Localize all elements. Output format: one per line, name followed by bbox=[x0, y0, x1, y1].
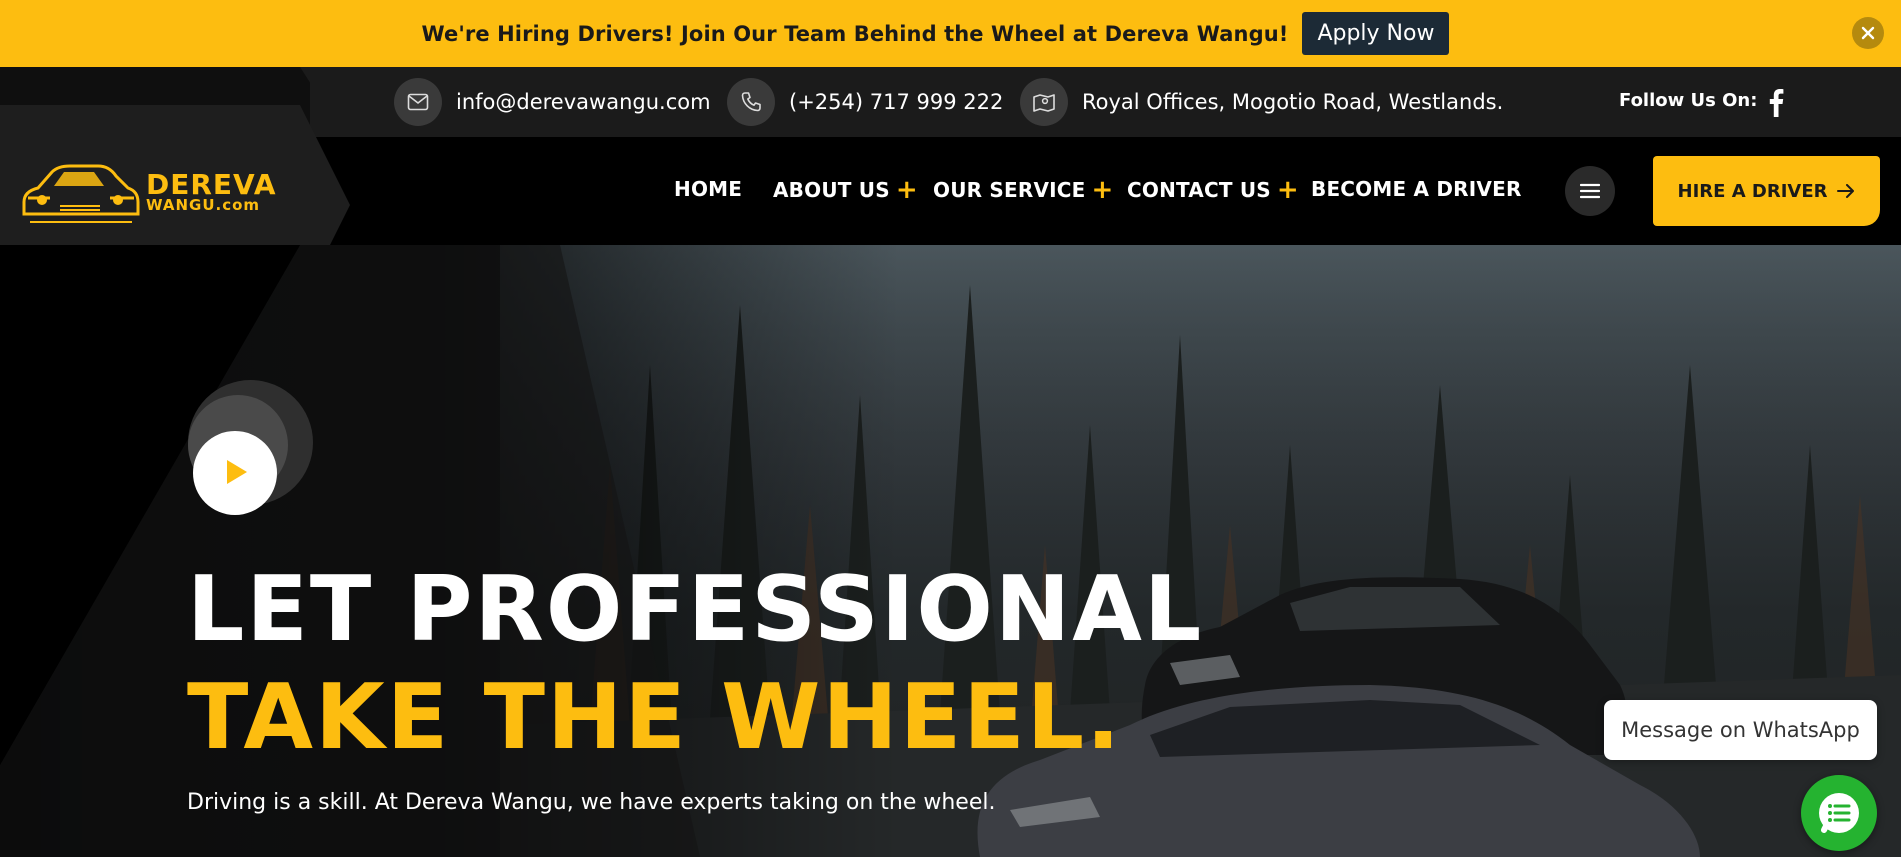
address-contact[interactable]: Royal Offices, Mogotio Road, Westlands. bbox=[1020, 78, 1503, 126]
whatsapp-chat-button[interactable] bbox=[1801, 775, 1877, 851]
plus-icon: + bbox=[895, 175, 918, 205]
site-logo[interactable]: DEREVA WANGU.com bbox=[20, 150, 276, 230]
play-icon bbox=[227, 460, 247, 484]
nav-label-about: ABOUT US bbox=[773, 178, 890, 202]
hire-driver-button[interactable]: HIRE A DRIVER bbox=[1653, 156, 1880, 226]
facebook-icon[interactable] bbox=[1766, 87, 1786, 117]
play-circle[interactable] bbox=[193, 431, 277, 515]
car-logo-icon bbox=[22, 164, 140, 223]
email-text: info@derevawangu.com bbox=[456, 90, 711, 114]
nav-label-service: OUR SERVICE bbox=[933, 178, 1086, 202]
announcement-content: We're Hiring Drivers! Join Our Team Behi… bbox=[0, 0, 1901, 67]
hero-subtitle: Driving is a skill. At Dereva Wangu, we … bbox=[187, 790, 996, 815]
hamburger-icon bbox=[1580, 183, 1600, 199]
arrow-right-icon bbox=[1837, 184, 1855, 198]
address-text: Royal Offices, Mogotio Road, Westlands. bbox=[1082, 90, 1504, 114]
nav-item-service[interactable]: OUR SERVICE + bbox=[933, 177, 1114, 203]
announcement-text: We're Hiring Drivers! Join Our Team Behi… bbox=[421, 21, 1289, 46]
phone-text: (+254) 717 999 222 bbox=[789, 90, 1004, 114]
announcement-bar: We're Hiring Drivers! Join Our Team Behi… bbox=[0, 0, 1901, 67]
close-icon bbox=[1861, 26, 1875, 40]
phone-icon bbox=[727, 78, 775, 126]
nav-item-contact[interactable]: CONTACT US + bbox=[1127, 177, 1299, 203]
close-announcement-button[interactable] bbox=[1852, 17, 1884, 49]
mail-icon bbox=[394, 78, 442, 126]
hire-driver-label: HIRE A DRIVER bbox=[1677, 180, 1828, 202]
hero-headline-line1: LET PROFESSIONAL bbox=[187, 557, 1204, 662]
nav-label-become-driver: BECOME A DRIVER bbox=[1311, 177, 1522, 201]
nav-item-about[interactable]: ABOUT US + bbox=[773, 177, 918, 203]
apply-now-button[interactable]: Apply Now bbox=[1302, 12, 1450, 55]
chat-list-icon bbox=[1819, 793, 1859, 833]
map-icon bbox=[1020, 78, 1068, 126]
menu-button[interactable] bbox=[1565, 166, 1615, 216]
hero-section: LET PROFESSIONAL TAKE THE WHEEL. Driving… bbox=[0, 245, 1901, 857]
nav-item-home[interactable]: HOME bbox=[674, 177, 742, 201]
hero-headline-line2: TAKE THE WHEEL. bbox=[187, 665, 1123, 770]
plus-icon: + bbox=[1091, 175, 1114, 205]
plus-icon: + bbox=[1276, 175, 1299, 205]
nav-label-contact: CONTACT US bbox=[1127, 178, 1271, 202]
phone-contact[interactable]: (+254) 717 999 222 bbox=[727, 78, 1003, 126]
nav-label-home: HOME bbox=[674, 177, 743, 201]
email-contact[interactable]: info@derevawangu.com bbox=[394, 78, 711, 126]
whatsapp-message-bubble[interactable]: Message on WhatsApp bbox=[1604, 700, 1877, 760]
logo-text-secondary: WANGU.com bbox=[146, 196, 261, 214]
follow-us-label: Follow Us On: bbox=[1619, 90, 1758, 111]
nav-item-become-driver[interactable]: BECOME A DRIVER bbox=[1311, 177, 1522, 201]
